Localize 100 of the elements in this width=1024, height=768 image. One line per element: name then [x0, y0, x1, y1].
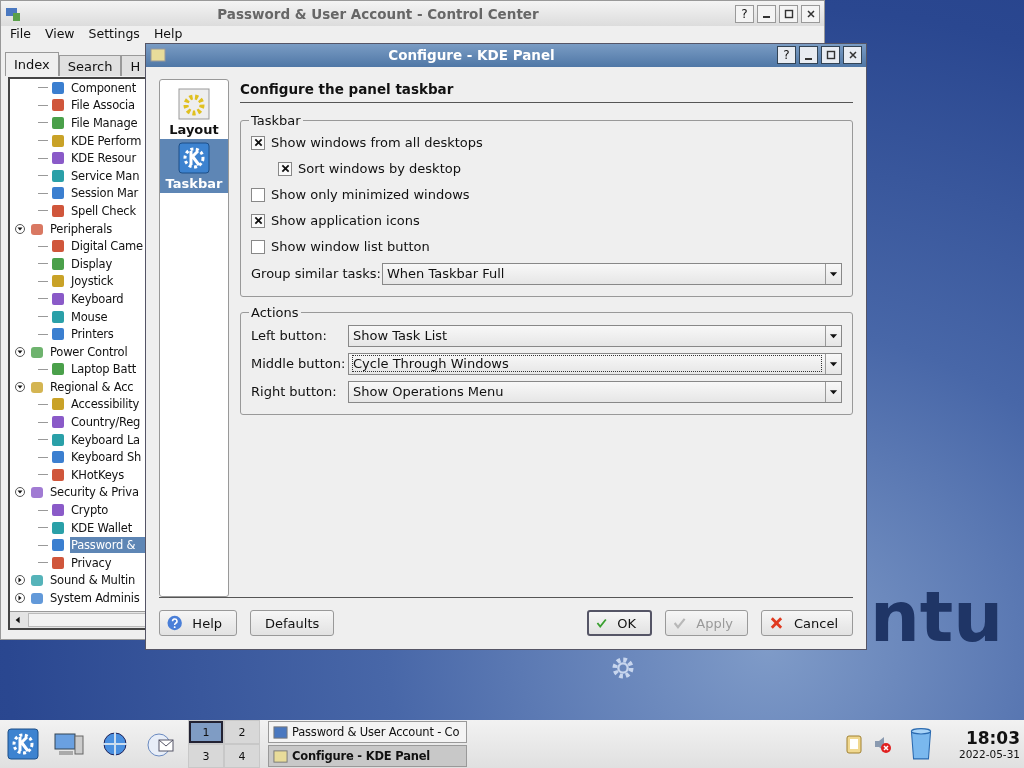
menu-item[interactable]: Help	[146, 27, 190, 41]
tree-item[interactable]: Accessibility	[70, 396, 141, 413]
checkbox-label[interactable]: Show application icons	[271, 213, 420, 229]
checkbox-label[interactable]: Show only minimized windows	[271, 187, 470, 203]
panel-icon	[150, 47, 166, 64]
tree-item[interactable]: File Associa	[70, 97, 136, 114]
tree-item[interactable]: Sound & Multin	[49, 572, 137, 589]
tree-item[interactable]: File Manage	[70, 115, 139, 131]
tree-item[interactable]: Keyboard	[70, 290, 125, 307]
tree-item[interactable]: Security & Priva	[49, 484, 140, 501]
checkbox-label[interactable]: Show windows from all desktops	[271, 135, 483, 151]
dropdown[interactable]: Show Operations Menu	[348, 380, 842, 403]
desktop-pager-button[interactable]: 1	[189, 721, 223, 743]
minimize-icon	[805, 57, 812, 60]
group-title: Actions	[250, 304, 300, 320]
expander-icon[interactable]	[15, 346, 25, 357]
dialog-title: Configure - KDE Panel	[387, 47, 556, 64]
maximize-icon	[783, 8, 794, 19]
tree-item[interactable]: Printers	[70, 326, 115, 343]
tree-item[interactable]: Power Control	[49, 343, 129, 360]
clock-time[interactable]: 18:03	[965, 728, 1020, 748]
task-button[interactable]: Password & User Account - Co	[268, 721, 467, 743]
help-button[interactable]: ?	[777, 46, 796, 65]
expander-icon[interactable]	[15, 593, 25, 603]
tree-item[interactable]: KDE Wallet	[70, 519, 133, 536]
page-item[interactable]: Taskbar	[160, 138, 228, 193]
field-label: Right button:	[251, 384, 338, 400]
menu-item[interactable]: File	[3, 27, 38, 41]
tab[interactable]: Index	[5, 52, 59, 76]
clock-date[interactable]: 2022-05-31	[958, 748, 1020, 760]
tree-item[interactable]: Regional & Acc	[49, 378, 135, 395]
dropdown[interactable]: When Taskbar Full	[382, 262, 842, 285]
close-icon	[847, 50, 858, 61]
tree-item[interactable]: Display	[70, 255, 113, 272]
tree-item[interactable]: Mouse	[70, 308, 109, 325]
menu-item[interactable]: Settings	[81, 27, 147, 41]
checkbox[interactable]	[251, 239, 265, 254]
close-button[interactable]	[843, 46, 862, 65]
tree-item[interactable]: Digital Came	[70, 238, 144, 255]
scroll-left-icon[interactable]	[14, 616, 22, 624]
tree-item[interactable]: Laptop Batt	[70, 361, 137, 378]
expander-icon[interactable]	[15, 381, 25, 392]
kde-logo-icon	[178, 141, 210, 174]
tree-item[interactable]: Joystick	[70, 273, 115, 290]
ok-button[interactable]: OK	[587, 610, 652, 637]
tree-item[interactable]: Keyboard La	[70, 431, 141, 448]
tree-item[interactable]: KDE Resour	[70, 150, 137, 167]
dropdown[interactable]: Show Task List	[348, 324, 842, 347]
tree-item[interactable]: Keyboard Sh	[70, 449, 143, 466]
tree-item[interactable]: Peripherals	[49, 220, 113, 237]
field-label: Group similar tasks:	[251, 266, 382, 282]
checkbox-label[interactable]: Show window list button	[271, 239, 430, 255]
tree-item[interactable]: Country/Reg	[70, 414, 142, 431]
help-icon	[167, 615, 183, 632]
cancel-button[interactable]: Cancel	[761, 610, 853, 637]
help-button[interactable]: Help	[159, 610, 237, 637]
tree-item[interactable]: Component	[70, 79, 137, 96]
tree-item[interactable]: Spell Check	[70, 202, 137, 219]
maximize-button[interactable]	[821, 46, 840, 65]
tree-item[interactable]: KDE Perform	[70, 132, 143, 149]
window-icon	[273, 748, 288, 764]
computer-icon	[5, 5, 21, 22]
tree-item[interactable]: Service Man	[70, 167, 141, 184]
menu-item[interactable]: View	[37, 27, 82, 41]
tree-item[interactable]: System Adminis	[49, 590, 141, 606]
tab[interactable]: Search	[58, 55, 122, 76]
minimize-button[interactable]	[757, 4, 776, 23]
checkbox[interactable]	[278, 161, 292, 176]
expander-icon[interactable]	[15, 223, 25, 234]
minimize-button[interactable]	[799, 46, 818, 65]
checkbox[interactable]	[251, 135, 265, 150]
tree-item[interactable]: Crypto	[70, 502, 110, 519]
expander-icon[interactable]	[15, 575, 25, 586]
expander-icon[interactable]	[15, 487, 25, 498]
help-button[interactable]: ?	[735, 4, 754, 23]
checkbox[interactable]	[251, 187, 265, 202]
tree-item[interactable]: KHotKeys	[70, 466, 125, 483]
checkbox-label[interactable]: Sort windows by desktop	[298, 161, 461, 177]
desktop-pager-button[interactable]: 4	[225, 745, 259, 767]
close-button[interactable]	[801, 4, 820, 23]
tree-item[interactable]: Privacy	[70, 554, 113, 571]
tree-item[interactable]: Session Mar	[70, 185, 140, 202]
task-button[interactable]: Configure - KDE Panel	[268, 745, 467, 767]
desktop-pager-button[interactable]: 3	[189, 745, 223, 767]
desktop-pager-button[interactable]: 2	[225, 721, 259, 743]
minimize-icon	[763, 16, 770, 18]
maximize-icon	[825, 50, 836, 61]
tree-item[interactable]: Password &	[70, 537, 148, 554]
window-icon	[273, 724, 288, 740]
wallpaper-logo: ntu	[870, 582, 1004, 652]
checkbox[interactable]	[251, 213, 265, 228]
field-label: Middle button:	[251, 356, 347, 372]
trash-icon[interactable]	[908, 727, 934, 761]
maximize-button[interactable]	[779, 4, 798, 23]
page-heading: Configure the panel taskbar	[240, 78, 853, 103]
defaults-button[interactable]: Defaults	[250, 610, 335, 637]
group-title: Taskbar	[250, 112, 302, 128]
dropdown[interactable]: Cycle Through Windows	[348, 352, 842, 375]
k-menu-button[interactable]	[4, 728, 42, 760]
clipboard-icon[interactable]	[844, 733, 864, 755]
